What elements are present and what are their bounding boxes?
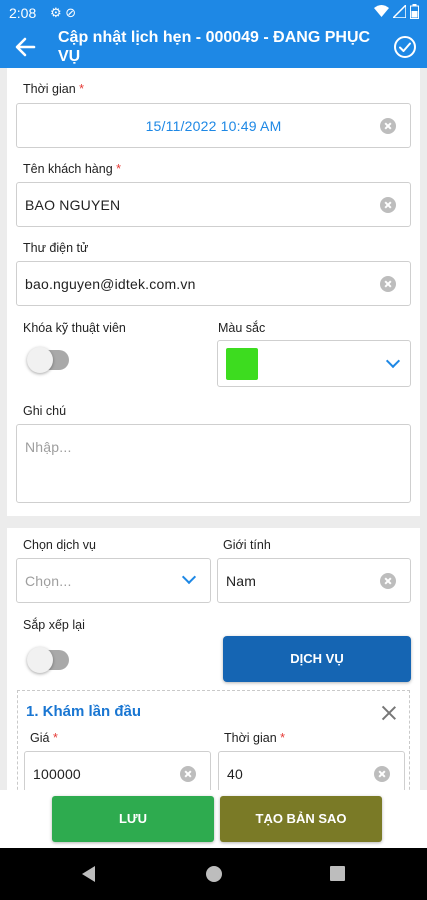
price-label: Giá * (30, 731, 58, 745)
reorder-label: Sắp xếp lại (23, 618, 85, 632)
status-time: 2:08 (9, 5, 37, 21)
time-field[interactable]: 15/11/2022 10:49 AM (16, 103, 411, 148)
wifi-icon (374, 5, 389, 17)
customer-name-label: Tên khách hàng * (23, 162, 122, 176)
email-value: bao.nguyen@idtek.com.vn (25, 276, 196, 292)
color-swatch (226, 348, 258, 380)
clear-icon[interactable] (380, 118, 396, 134)
services-button[interactable]: DỊCH VỤ (223, 636, 411, 682)
back-arrow-icon[interactable] (12, 34, 38, 60)
choose-service-placeholder: Chọn... (25, 573, 72, 589)
email-label: Thư điện tử (23, 241, 89, 255)
time-value: 15/11/2022 10:49 AM (145, 118, 282, 134)
service-item-title: 1. Khám lần đầu (26, 703, 142, 720)
time-label: Thời gian * (23, 82, 85, 96)
note-field[interactable]: Nhập... (16, 424, 411, 503)
gender-value: Nam (226, 573, 257, 589)
sync-icon: ⊘ (65, 5, 77, 20)
system-nav-bar (0, 848, 427, 900)
price-value: 100000 (33, 766, 81, 782)
gender-label: Giới tính (223, 538, 271, 552)
services-card: Chọn dịch vụ Chọn... Giới tính Nam Sắp x… (7, 528, 420, 800)
chevron-down-icon (385, 353, 401, 369)
toggle-knob (27, 347, 53, 373)
close-icon[interactable] (381, 705, 397, 721)
check-circle-icon[interactable] (393, 35, 417, 59)
clear-icon[interactable] (380, 573, 396, 589)
action-bar: LƯU TẠO BẢN SAO (0, 790, 427, 848)
nav-recents-icon[interactable] (330, 866, 345, 881)
color-label: Màu sắc (218, 321, 266, 335)
choose-service-label: Chọn dịch vụ (23, 538, 96, 552)
create-copy-button[interactable]: TẠO BẢN SAO (220, 796, 382, 842)
nav-back-icon[interactable] (82, 866, 95, 882)
page-title: Cập nhật lịch hẹn - 000049 - ĐANG PHỤC V… (58, 29, 371, 65)
app-bar: Cập nhật lịch hẹn - 000049 - ĐANG PHỤC V… (0, 26, 427, 68)
status-bar: 2:08 ⚙ ⊘ (0, 0, 427, 26)
reorder-toggle[interactable] (27, 647, 69, 673)
service-item: 1. Khám lần đầu Giá * 100000 Thời gian *… (17, 690, 410, 800)
choose-service-select[interactable]: Chọn... (16, 558, 211, 603)
nav-home-icon[interactable] (206, 866, 222, 882)
save-button[interactable]: LƯU (52, 796, 214, 842)
appointment-card: Thời gian * 15/11/2022 10:49 AM Tên khác… (7, 68, 420, 516)
settings-icon: ⚙ (50, 5, 62, 20)
note-placeholder: Nhập... (25, 439, 72, 455)
clear-icon[interactable] (374, 766, 390, 782)
email-field[interactable]: bao.nguyen@idtek.com.vn (16, 261, 411, 306)
clear-icon[interactable] (180, 766, 196, 782)
lock-technician-label: Khóa kỹ thuật viên (23, 321, 126, 335)
duration-label: Thời gian * (224, 731, 286, 745)
chevron-down-icon (181, 569, 197, 585)
gender-select[interactable]: Nam (217, 558, 411, 603)
customer-name-value: BAO NGUYEN (25, 197, 121, 213)
signal-icon (393, 5, 406, 18)
clear-icon[interactable] (380, 197, 396, 213)
lock-technician-toggle[interactable] (27, 347, 69, 373)
customer-name-field[interactable]: BAO NGUYEN (16, 182, 411, 227)
toggle-knob (27, 647, 53, 673)
color-select[interactable] (217, 340, 411, 387)
note-label: Ghi chú (23, 404, 67, 418)
battery-icon (410, 4, 419, 19)
duration-value: 40 (227, 766, 243, 782)
clear-icon[interactable] (380, 276, 396, 292)
